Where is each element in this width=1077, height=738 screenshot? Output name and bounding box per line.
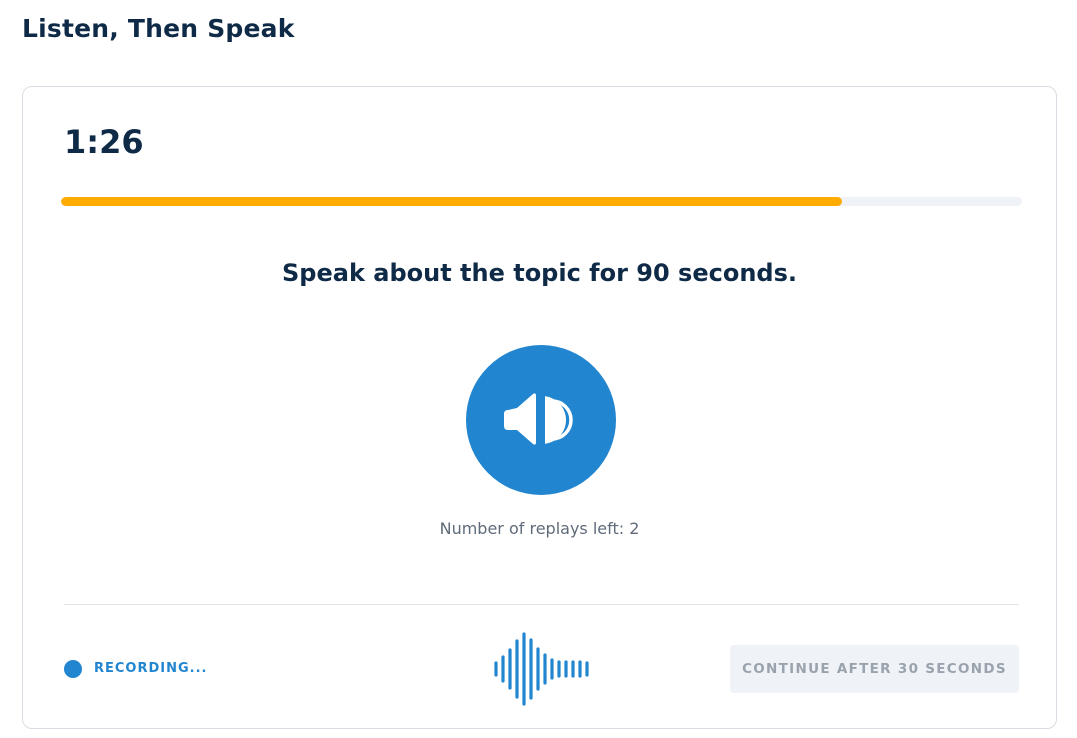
audio-waveform-icon [494, 632, 589, 706]
page-title: Listen, Then Speak [22, 14, 295, 43]
task-card: 1:26 Speak about the topic for 90 second… [22, 86, 1057, 729]
timer-progress-bar [61, 197, 1022, 206]
task-prompt: Speak about the topic for 90 seconds. [282, 259, 797, 287]
recording-status: RECORDING... [94, 661, 208, 676]
timer-progress-fill [61, 197, 843, 206]
speaker-audio-icon [504, 393, 573, 445]
play-audio-button[interactable] [466, 345, 616, 495]
replays-left-text: Number of replays left: 2 [439, 519, 640, 538]
recording-dot-icon [64, 660, 82, 678]
footer-divider [64, 604, 1019, 605]
countdown-timer: 1:26 [64, 123, 144, 161]
continue-button[interactable]: CONTINUE AFTER 30 SECONDS [730, 645, 1019, 693]
